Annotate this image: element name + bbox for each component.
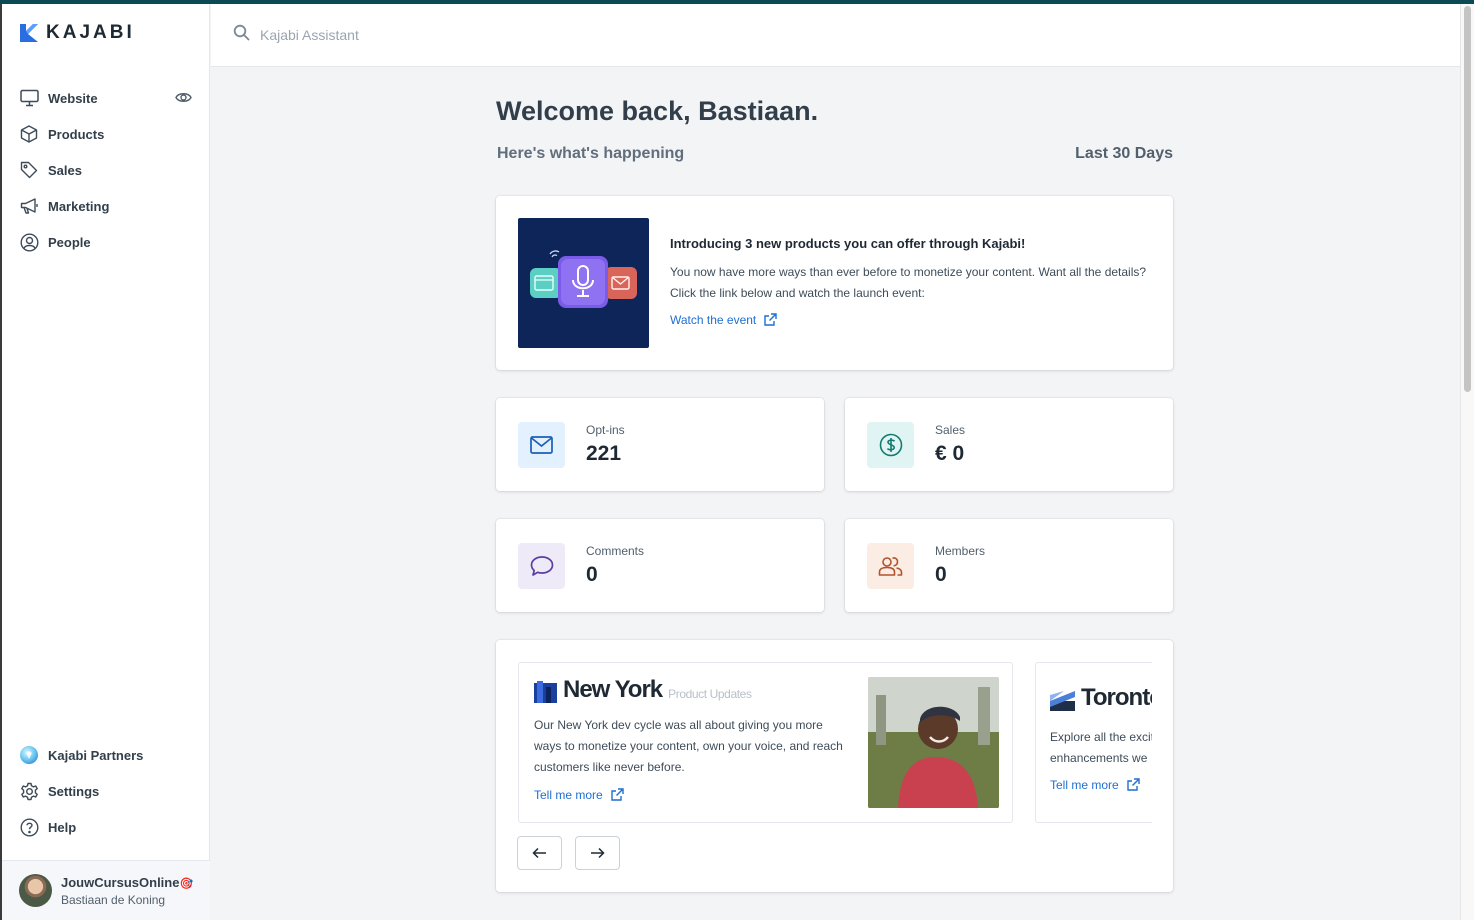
user-name: Bastiaan de Koning bbox=[61, 892, 166, 907]
help-icon bbox=[19, 817, 39, 837]
sidebar-item-kajabi-partners[interactable]: Kajabi Partners bbox=[2, 737, 210, 773]
stat-value: 0 bbox=[586, 563, 598, 586]
update-brand: Toronto bbox=[1050, 685, 1152, 711]
target-emoji-icon: 🎯 bbox=[179, 877, 194, 890]
top-header bbox=[211, 4, 1460, 67]
sidebar-bottom-nav: Kajabi Partners Settings Help bbox=[2, 737, 210, 845]
sidebar-item-help[interactable]: Help bbox=[2, 809, 210, 845]
sidebar-item-label: Help bbox=[48, 819, 77, 835]
brand-subtitle: Product Updates bbox=[668, 687, 752, 701]
stat-value: 221 bbox=[586, 442, 622, 465]
stat-card-comments[interactable]: Comments 0 bbox=[496, 519, 824, 612]
megaphone-icon bbox=[19, 196, 39, 216]
avatar bbox=[19, 874, 52, 907]
sidebar-item-label: Products bbox=[48, 126, 105, 142]
stat-label: Comments bbox=[586, 544, 645, 558]
date-range-label[interactable]: Last 30 Days bbox=[1075, 145, 1173, 163]
tag-icon bbox=[19, 160, 39, 180]
update-slide: New York Product Updates Our New York de… bbox=[518, 662, 1013, 823]
update-text: Explore all the exciting enhancements we bbox=[1050, 730, 1152, 765]
stat-value: € 0 bbox=[935, 442, 965, 465]
toronto-logo-icon bbox=[1050, 691, 1075, 711]
kajabi-logo-icon bbox=[20, 24, 38, 42]
stat-value: 0 bbox=[935, 563, 947, 586]
update-brand: New York Product Updates bbox=[534, 677, 752, 703]
dollar-icon bbox=[867, 422, 914, 468]
gear-icon bbox=[19, 781, 39, 801]
stat-card-members[interactable]: Members 0 bbox=[845, 519, 1173, 612]
user-org-name: JouwCursusOnline bbox=[61, 874, 180, 890]
sidebar-item-label: Settings bbox=[48, 783, 100, 799]
stat-card-opt-ins[interactable]: Opt-ins 221 bbox=[496, 398, 824, 491]
arrow-right-icon bbox=[591, 847, 605, 859]
sidebar-nav: Website Products Sales Marketing People bbox=[2, 80, 210, 260]
stat-label: Members bbox=[935, 544, 986, 558]
update-photo bbox=[868, 677, 999, 808]
tell-me-more-label: Tell me more bbox=[1050, 777, 1119, 792]
updates-carousel: New York Product Updates Our New York de… bbox=[518, 662, 1152, 824]
sidebar-item-marketing[interactable]: Marketing bbox=[2, 188, 210, 224]
update-slide: Toronto Explore all the exciting enhance… bbox=[1035, 662, 1152, 823]
promo-title: Introducing 3 new products you can offer… bbox=[670, 236, 1026, 251]
sidebar-item-label: Sales bbox=[48, 162, 82, 178]
sidebar-item-sales[interactable]: Sales bbox=[2, 152, 210, 188]
sidebar-item-settings[interactable]: Settings bbox=[2, 773, 210, 809]
logo-text: KAJABI bbox=[46, 22, 135, 43]
arrow-left-icon bbox=[532, 847, 546, 859]
sidebar-item-people[interactable]: People bbox=[2, 224, 210, 260]
box-icon bbox=[19, 124, 39, 144]
brand-name: Toronto bbox=[1081, 684, 1152, 711]
brand-name: New York bbox=[563, 676, 663, 703]
external-link-icon bbox=[764, 313, 777, 326]
user-account[interactable]: JouwCursusOnline🎯 Bastiaan de Koning bbox=[2, 860, 210, 920]
external-link-icon bbox=[1126, 778, 1140, 791]
partners-icon bbox=[19, 745, 39, 765]
page-title: Welcome back, Bastiaan. bbox=[496, 96, 819, 126]
external-link-icon bbox=[610, 788, 624, 801]
carousel-prev-button[interactable] bbox=[517, 836, 562, 870]
watch-event-link[interactable]: Watch the event bbox=[670, 312, 778, 327]
promo-illustration bbox=[518, 218, 649, 348]
sidebar-item-label: People bbox=[48, 234, 91, 250]
monitor-icon bbox=[19, 88, 39, 108]
search-bar[interactable] bbox=[233, 24, 660, 46]
sidebar-item-website[interactable]: Website bbox=[2, 80, 210, 116]
stat-card-sales[interactable]: Sales € 0 bbox=[845, 398, 1173, 491]
tell-me-more-link[interactable]: Tell me more bbox=[1050, 777, 1141, 792]
scrollbar-thumb[interactable] bbox=[1464, 6, 1471, 392]
stat-label: Sales bbox=[935, 423, 966, 437]
sidebar-item-label: Website bbox=[48, 90, 98, 106]
tell-me-more-label: Tell me more bbox=[534, 787, 603, 802]
tell-me-more-link[interactable]: Tell me more bbox=[534, 787, 625, 802]
sidebar-item-label: Marketing bbox=[48, 198, 110, 214]
members-icon bbox=[867, 543, 914, 589]
scrollbar[interactable] bbox=[1460, 4, 1474, 920]
kajabi-logo[interactable]: KAJABI bbox=[20, 22, 135, 44]
stat-label: Opt-ins bbox=[586, 423, 625, 437]
promo-card: Introducing 3 new products you can offer… bbox=[496, 196, 1173, 370]
mail-icon bbox=[518, 422, 565, 468]
page-subtitle: Here's what's happening bbox=[497, 145, 685, 162]
product-updates-card: New York Product Updates Our New York de… bbox=[496, 640, 1173, 892]
search-input[interactable] bbox=[260, 27, 660, 43]
eye-icon[interactable] bbox=[175, 89, 192, 111]
user-text: JouwCursusOnline🎯 Bastiaan de Koning bbox=[61, 875, 193, 907]
user-org: JouwCursusOnline🎯 bbox=[61, 875, 193, 890]
sidebar-item-products[interactable]: Products bbox=[2, 116, 210, 152]
promo-body: You now have more ways than ever before … bbox=[670, 265, 1147, 300]
watch-event-label: Watch the event bbox=[670, 312, 757, 327]
sidebar-item-label: Kajabi Partners bbox=[48, 747, 144, 763]
comment-icon bbox=[518, 543, 565, 589]
new-york-logo-icon bbox=[534, 681, 557, 703]
search-icon bbox=[233, 24, 250, 46]
update-text: Our New York dev cycle was all about giv… bbox=[534, 718, 843, 774]
user-circle-icon bbox=[19, 232, 39, 252]
carousel-next-button[interactable] bbox=[575, 836, 620, 870]
sidebar: KAJABI Website Products Sales Marketing … bbox=[2, 4, 210, 920]
